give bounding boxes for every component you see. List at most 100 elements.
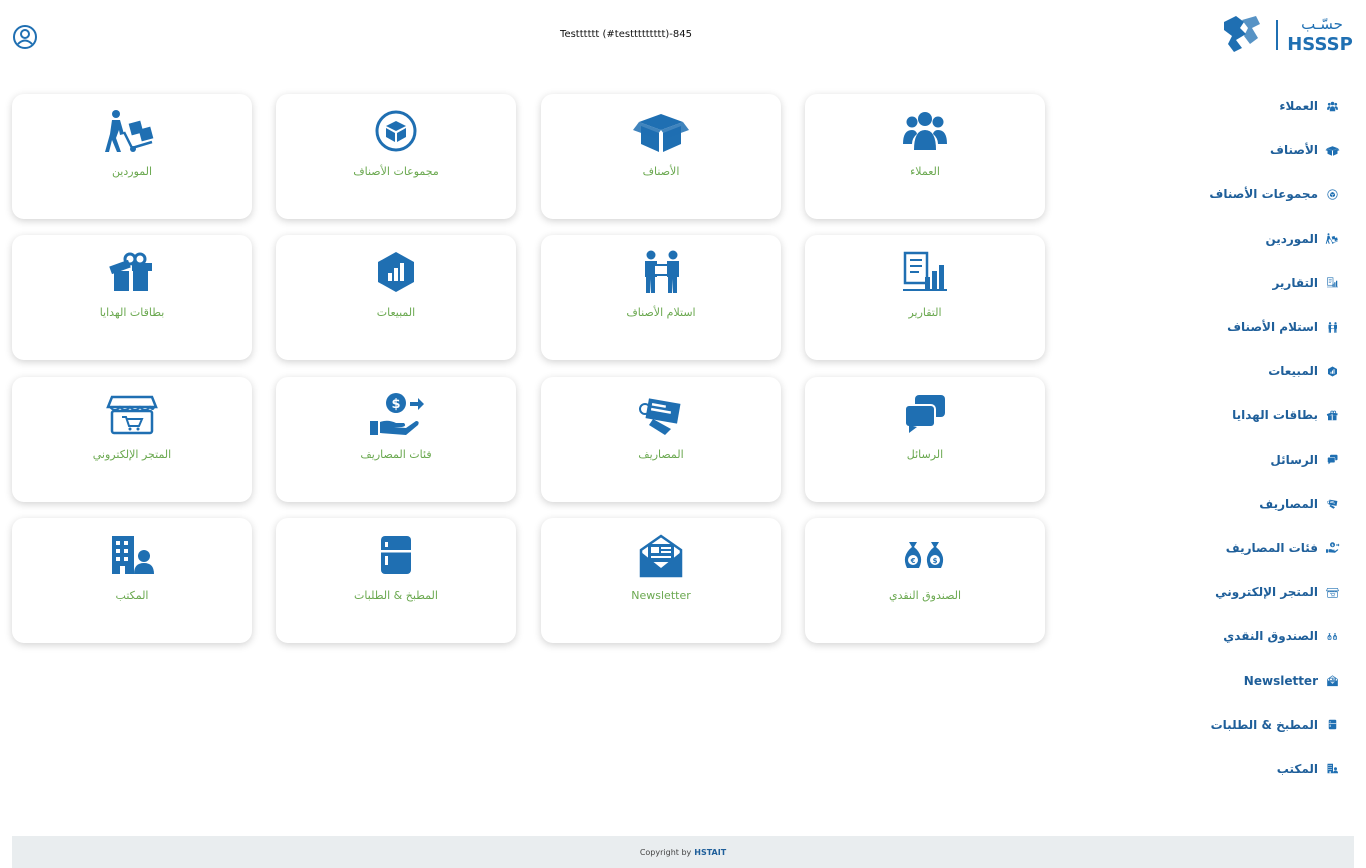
- sidebar: العملاء الأصناف مجموعات الأصناف الموردين…: [1160, 84, 1340, 791]
- sidebar-item-label: التقارير: [1272, 275, 1318, 290]
- top-bar: Testttttt (#testtttttttt)-845 حسّـب HSSS…: [0, 0, 1366, 70]
- gift-icon: [1324, 407, 1340, 423]
- card-label: التقارير: [908, 306, 942, 319]
- card-label: الموردين: [111, 165, 153, 178]
- fridge-icon: [276, 532, 516, 578]
- hexagon-chart-icon: [276, 249, 516, 295]
- money-check-icon: [1324, 496, 1340, 512]
- circle-cube-icon: [276, 108, 516, 154]
- envelope-news-icon: [541, 532, 781, 578]
- box-open-icon: [541, 108, 781, 154]
- sidebar-item-label: المتجر الإلكتروني: [1215, 585, 1318, 600]
- card-office[interactable]: المكتب: [12, 518, 252, 643]
- sidebar-item-label: فئات المصاريف: [1225, 540, 1318, 555]
- sidebar-item-label: الرسائل: [1270, 452, 1318, 467]
- card-online-store[interactable]: المتجر الإلكتروني: [12, 377, 252, 502]
- sidebar-item-label: المطبخ & الطلبات: [1210, 717, 1318, 732]
- sidebar-item-label: المبيعات: [1268, 364, 1318, 379]
- store-icon: [12, 391, 252, 437]
- sidebar-item-label: الصندوق النقدي: [1223, 629, 1318, 644]
- card-label: مجموعات الأصناف: [353, 165, 439, 178]
- logo-latin-text: HSSSP: [1287, 34, 1353, 55]
- chat-bubbles-icon: [1324, 452, 1340, 468]
- card-label: الرسائل: [906, 448, 944, 461]
- card-expenses[interactable]: المصاريف: [541, 377, 781, 502]
- sidebar-item-online-store[interactable]: المتجر الإلكتروني: [1160, 570, 1340, 614]
- box-open-icon: [1324, 142, 1340, 158]
- sidebar-item-gift-cards[interactable]: بطاقات الهدايا: [1160, 393, 1340, 437]
- card-newsletter[interactable]: Newsletter: [541, 518, 781, 643]
- circle-cube-icon: [1324, 186, 1340, 202]
- office-user-icon: [1324, 761, 1340, 777]
- card-label: Newsletter: [631, 589, 691, 602]
- card-items[interactable]: الأصناف: [541, 94, 781, 219]
- envelope-news-icon: [1324, 673, 1340, 689]
- copyright-brand-link[interactable]: HSTAIT: [694, 848, 726, 857]
- sidebar-item-label: العملاء: [1279, 99, 1318, 114]
- reports-chart-icon: [805, 249, 1045, 295]
- sidebar-item-item-groups[interactable]: مجموعات الأصناف: [1160, 172, 1340, 216]
- sidebar-item-label: Newsletter: [1243, 673, 1318, 688]
- card-label: المتجر الإلكتروني: [92, 448, 172, 461]
- users-icon: [805, 108, 1045, 154]
- hexagon-chart-icon: [1324, 363, 1340, 379]
- card-label: المصاريف: [638, 448, 684, 461]
- users-icon: [1324, 98, 1340, 114]
- card-messages[interactable]: الرسائل: [805, 377, 1045, 502]
- card-customers[interactable]: العملاء: [805, 94, 1045, 219]
- sidebar-item-messages[interactable]: الرسائل: [1160, 438, 1340, 482]
- sidebar-item-label: بطاقات الهدايا: [1232, 408, 1318, 423]
- dolly-person-icon: [1324, 231, 1340, 247]
- svg-text:€: €: [910, 557, 916, 565]
- handover-people-icon: [1324, 319, 1340, 335]
- card-sales[interactable]: المبيعات: [276, 235, 516, 360]
- money-bags-icon: € $: [805, 532, 1045, 578]
- card-label: المطبخ & الطلبات: [354, 589, 438, 602]
- chat-bubbles-icon: [805, 391, 1045, 437]
- hand-dollar-icon: $: [1324, 540, 1340, 556]
- sidebar-item-receive-items[interactable]: استلام الأصناف: [1160, 305, 1340, 349]
- card-cash-box[interactable]: € $ الصندوق النقدي: [805, 518, 1045, 643]
- sidebar-item-office[interactable]: المكتب: [1160, 747, 1340, 791]
- sidebar-item-label: مجموعات الأصناف: [1209, 187, 1318, 202]
- hand-dollar-icon: $: [276, 391, 516, 437]
- sidebar-item-label: المصاريف: [1259, 496, 1318, 511]
- sidebar-item-newsletter[interactable]: Newsletter: [1160, 658, 1340, 702]
- sidebar-item-expenses[interactable]: المصاريف: [1160, 482, 1340, 526]
- money-check-icon: [541, 391, 781, 437]
- footer: Copyright by HSTAIT: [12, 836, 1354, 868]
- sidebar-item-customers[interactable]: العملاء: [1160, 84, 1340, 128]
- modules-grid: العملاء الأصناف مجموعات الأصناف الموردين…: [12, 94, 1045, 643]
- card-kitchen-orders[interactable]: المطبخ & الطلبات: [276, 518, 516, 643]
- store-title: Testttttt (#testtttttttt)-845: [560, 29, 692, 40]
- office-user-icon: [12, 532, 252, 578]
- hsssp-logo[interactable]: حسّـب HSSSP: [1222, 14, 1358, 56]
- fridge-icon: [1324, 717, 1340, 733]
- sidebar-item-cash-box[interactable]: الصندوق النقدي € $: [1160, 614, 1340, 658]
- card-expense-categories[interactable]: $ فئات المصاريف: [276, 377, 516, 502]
- card-suppliers[interactable]: الموردين: [12, 94, 252, 219]
- sidebar-item-sales[interactable]: المبيعات: [1160, 349, 1340, 393]
- sidebar-item-label: المكتب: [1276, 761, 1318, 776]
- store-icon: [1324, 584, 1340, 600]
- card-label: بطاقات الهدايا: [99, 306, 165, 319]
- gift-icon: [12, 249, 252, 295]
- card-receive-items[interactable]: استلام الأصناف: [541, 235, 781, 360]
- reports-chart-icon: [1324, 275, 1340, 291]
- card-gift-cards[interactable]: بطاقات الهدايا: [12, 235, 252, 360]
- card-item-groups[interactable]: مجموعات الأصناف: [276, 94, 516, 219]
- sidebar-item-expense-categories[interactable]: فئات المصاريف $: [1160, 526, 1340, 570]
- card-reports[interactable]: التقارير: [805, 235, 1045, 360]
- card-label: المكتب: [115, 589, 149, 602]
- sidebar-item-kitchen-orders[interactable]: المطبخ & الطلبات: [1160, 703, 1340, 747]
- copyright-text: Copyright by: [639, 847, 692, 857]
- sidebar-item-items[interactable]: الأصناف: [1160, 128, 1340, 172]
- sidebar-item-reports[interactable]: التقارير: [1160, 261, 1340, 305]
- money-bags-icon: € $: [1324, 628, 1340, 644]
- svg-text:$: $: [391, 397, 400, 412]
- handover-people-icon: [541, 249, 781, 295]
- sidebar-item-suppliers[interactable]: الموردين: [1160, 217, 1340, 261]
- dolly-person-icon: [12, 108, 252, 154]
- svg-text:$: $: [933, 557, 938, 565]
- card-label: الصندوق النقدي: [888, 589, 962, 602]
